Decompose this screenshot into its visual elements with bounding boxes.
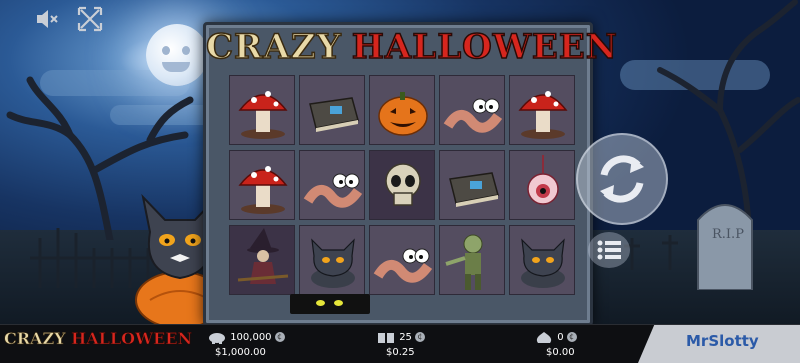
mushroom-icon	[238, 166, 288, 214]
logo-word-crazy: CRAZY	[205, 26, 342, 68]
coin-icon: ¢	[414, 332, 425, 342]
worm-icon	[373, 248, 433, 283]
reel-cell	[369, 150, 435, 220]
glowing-eyes	[290, 294, 370, 314]
cat-on-pumpkin-wild-icon	[521, 238, 565, 288]
skull-icon	[385, 163, 421, 206]
reel-cell	[369, 225, 435, 295]
bet-display[interactable]: 25 ¢ $0.25	[376, 330, 425, 358]
reel-cell	[439, 75, 505, 145]
balance-coins: 100,000	[230, 332, 272, 343]
bet-coins: 25	[399, 332, 412, 343]
footer-logo-crazy: CRAZY	[4, 329, 66, 349]
cat-on-pumpkin-wild-icon	[311, 238, 355, 288]
reel-cell	[369, 75, 435, 145]
reel-cell	[439, 150, 505, 220]
brand-panel: MrSlotty	[638, 325, 800, 363]
menu-list-icon	[597, 240, 621, 260]
spellbook-icon	[309, 97, 359, 132]
win-money: $0.00	[546, 347, 575, 358]
mushroom-icon	[238, 91, 288, 139]
grave-crosses	[624, 235, 678, 270]
fullscreen-icon	[77, 6, 103, 32]
worm-icon	[303, 173, 363, 208]
game-stage: R.I.P CRAZY HALLOWEEN CRAZY HALLOWEEN 10…	[0, 0, 800, 363]
reel-cell	[229, 150, 295, 220]
win-coins: 0	[557, 332, 564, 343]
footer-logo-halloween: HALLOWEEN	[71, 329, 193, 349]
reel-cell	[509, 150, 575, 220]
reel-cell	[509, 75, 575, 145]
svg-text:R.I.P: R.I.P	[712, 227, 744, 242]
reel-grid	[229, 75, 575, 307]
footer-logo: CRAZY HALLOWEEN	[4, 329, 193, 349]
speaker-muted-icon	[37, 10, 58, 28]
witch-icon	[237, 228, 289, 284]
coin-icon: ¢	[566, 332, 577, 342]
bet-money: $0.25	[386, 347, 415, 358]
reel-cell	[299, 150, 365, 220]
reel-cell	[229, 75, 295, 145]
mushroom-icon	[518, 91, 568, 139]
coin-stack-icon	[378, 333, 394, 343]
spin-arrows-icon	[600, 155, 644, 203]
balance-money: $1,000.00	[215, 347, 266, 358]
mute-button[interactable]	[34, 6, 60, 32]
coin-icon: ¢	[274, 332, 285, 342]
reel-cell	[509, 225, 575, 295]
logo-word-halloween: HALLOWEEN	[351, 26, 618, 68]
reel-cell	[299, 75, 365, 145]
balance-display: 100,000 ¢ $1,000.00	[207, 330, 285, 358]
reel-cell	[299, 225, 365, 295]
money-bag-icon	[536, 332, 552, 343]
zombie-icon	[445, 234, 483, 290]
pumpkin-icon	[378, 92, 428, 136]
reel-frame: CRAZY HALLOWEEN	[203, 22, 618, 326]
game-logo: CRAZY HALLOWEEN	[205, 26, 617, 77]
worm-icon	[443, 98, 503, 133]
brand-logo: MrSlotty	[686, 332, 759, 350]
rip-gravestone: R.I.P	[697, 204, 753, 290]
reel-cell	[229, 225, 295, 295]
reel-cell	[439, 225, 505, 295]
piggy-bank-icon	[209, 333, 225, 344]
spin-button[interactable]	[576, 133, 668, 225]
menu-button[interactable]	[588, 232, 630, 268]
status-bar: CRAZY HALLOWEEN 100,000 ¢ $1,000.00 25 ¢ $…	[0, 324, 800, 363]
fullscreen-button[interactable]	[77, 6, 103, 32]
win-display: 0 ¢ $0.00	[534, 330, 577, 358]
spellbook-icon	[449, 172, 499, 207]
eyeball-icon	[527, 155, 559, 205]
